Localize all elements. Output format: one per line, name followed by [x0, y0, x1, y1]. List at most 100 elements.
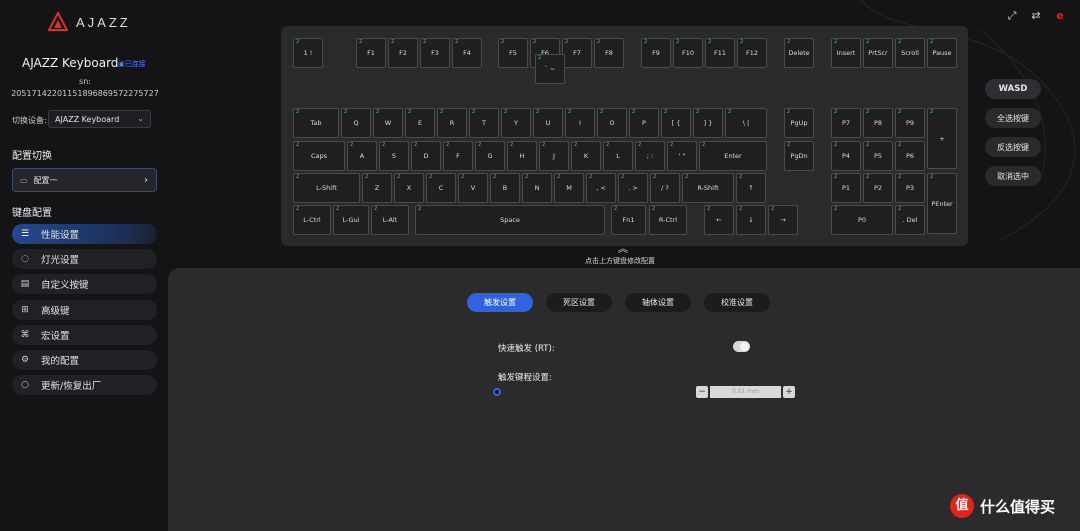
- key-pgup[interactable]: 2 PgUp: [784, 108, 814, 138]
- key-pgdn[interactable]: 2 PgDn: [784, 141, 814, 171]
- key-s[interactable]: 2S: [379, 141, 409, 171]
- key-[interactable]: 2, <: [586, 173, 616, 203]
- key-p5[interactable]: 2 P5: [863, 141, 893, 171]
- travel-value-input[interactable]: 0.01 mm: [710, 386, 781, 398]
- key-l[interactable]: 2L: [603, 141, 633, 171]
- key-b[interactable]: 2B: [490, 173, 520, 203]
- sidebar-item-custom-keys[interactable]: ▤ 自定义按键: [12, 274, 157, 295]
- key-l-shift[interactable]: 2 L-Shift: [293, 173, 360, 203]
- tab-switch[interactable]: 轴体设置: [625, 293, 691, 312]
- sidebar-item-performance[interactable]: ☰ 性能设置: [12, 224, 157, 244]
- key-[interactable]: 2 ↓: [736, 205, 766, 235]
- key-f9[interactable]: 2 F9: [641, 38, 671, 68]
- key-f1[interactable]: 2 F1: [356, 38, 386, 68]
- key-enter[interactable]: 2 Enter: [699, 141, 767, 171]
- key-d[interactable]: 2D: [411, 141, 441, 171]
- key-n[interactable]: 2N: [522, 173, 552, 203]
- language-icon[interactable]: ⇄: [1030, 10, 1042, 22]
- key-y[interactable]: 2Y: [501, 108, 531, 138]
- key-del[interactable]: 2. Del: [895, 205, 925, 235]
- chevron-up-icon[interactable]: ︽: [618, 240, 628, 255]
- key-g[interactable]: 2G: [475, 141, 505, 171]
- rapid-trigger-toggle[interactable]: [733, 341, 750, 352]
- key-r-shift[interactable]: 2 R-Shift: [682, 173, 734, 203]
- key-p1[interactable]: 2 P1: [831, 173, 861, 203]
- key-tab[interactable]: 2 Tab: [293, 108, 339, 138]
- sidebar-item-lighting[interactable]: ◌ 灯光设置: [12, 249, 157, 270]
- key-f4[interactable]: 2 F4: [452, 38, 482, 68]
- key-f3[interactable]: 2 F3: [420, 38, 450, 68]
- key-p7[interactable]: 2 P7: [831, 108, 861, 138]
- key-p0[interactable]: 2 P0: [831, 205, 893, 235]
- key-[interactable]: 2. >: [618, 173, 648, 203]
- key-[interactable]: 2 / ?: [650, 173, 680, 203]
- key-p9[interactable]: 2 P9: [895, 108, 925, 138]
- key-[interactable]: 2 +: [927, 108, 957, 169]
- key-[interactable]: 2 ' ": [667, 141, 697, 171]
- key-r[interactable]: 2R: [437, 108, 467, 138]
- key-f12[interactable]: 2 F12: [737, 38, 767, 68]
- key-[interactable]: 2 \ |: [725, 108, 767, 138]
- key-l-gui[interactable]: 2 L-Gui: [333, 205, 369, 235]
- key-p3[interactable]: 2 P3: [895, 173, 925, 203]
- key-p8[interactable]: 2 P8: [863, 108, 893, 138]
- invert-selection-button[interactable]: 反选按键: [985, 137, 1041, 157]
- key-fn1[interactable]: 2 Fn1: [611, 205, 646, 235]
- key-p4[interactable]: 2 P4: [831, 141, 861, 171]
- key-t[interactable]: 2T: [469, 108, 499, 138]
- key-[interactable]: 2 ` ~: [535, 54, 565, 84]
- key-[interactable]: 2 ; :: [635, 141, 665, 171]
- tab-trigger[interactable]: 触发设置: [467, 293, 533, 312]
- key-v[interactable]: 2V: [458, 173, 488, 203]
- key-insert[interactable]: 2 Insert: [831, 38, 861, 68]
- key-p2[interactable]: 2 P2: [863, 173, 893, 203]
- key-[interactable]: 2 ↑: [736, 173, 766, 203]
- key-e[interactable]: 2E: [405, 108, 435, 138]
- key-f11[interactable]: 2 F11: [705, 38, 735, 68]
- sidebar-item-my-config[interactable]: ⚙ 我的配置: [12, 349, 157, 370]
- key-c[interactable]: 2C: [426, 173, 456, 203]
- fullscreen-icon[interactable]: ⤢: [1006, 10, 1018, 22]
- key-m[interactable]: 2M: [554, 173, 584, 203]
- select-all-keys-button[interactable]: 全选按键: [985, 108, 1041, 128]
- key-w[interactable]: 2W: [373, 108, 403, 138]
- tab-calibration[interactable]: 校准设置: [704, 293, 770, 312]
- key-f7[interactable]: 2 F7: [562, 38, 592, 68]
- key-l-ctrl[interactable]: 2 L-Ctrl: [293, 205, 331, 235]
- key-delete[interactable]: 2 Delete: [784, 38, 814, 68]
- key-pause[interactable]: 2 Pause: [927, 38, 957, 68]
- key-1[interactable]: 21 !: [293, 38, 323, 68]
- key-x[interactable]: 2X: [394, 173, 424, 203]
- key-a[interactable]: 2A: [347, 141, 377, 171]
- key-[interactable]: 2 →: [768, 205, 798, 235]
- key-prtscr[interactable]: 2 PrtScr: [863, 38, 893, 68]
- key-f2[interactable]: 2 F2: [388, 38, 418, 68]
- key-h[interactable]: 2H: [507, 141, 537, 171]
- key-r-ctrl[interactable]: 2 R-Ctrl: [649, 205, 687, 235]
- key-j[interactable]: 2J: [539, 141, 569, 171]
- tab-deadzone[interactable]: 死区设置: [546, 293, 612, 312]
- key-[interactable]: 2 ←: [704, 205, 734, 235]
- travel-increase-button[interactable]: +: [783, 386, 795, 398]
- key-q[interactable]: 2Q: [341, 108, 371, 138]
- key-penter[interactable]: 2 PEnter: [927, 173, 957, 234]
- wasd-button[interactable]: WASD: [985, 79, 1041, 99]
- key-p6[interactable]: 2 P6: [895, 141, 925, 171]
- trigger-travel-slider[interactable]: [493, 388, 501, 396]
- key-f10[interactable]: 2 F10: [673, 38, 703, 68]
- clear-selection-button[interactable]: 取消选中: [985, 166, 1041, 186]
- key-caps[interactable]: 2 Caps: [293, 141, 345, 171]
- sidebar-item-update-reset[interactable]: ○ 更新/恢复出厂: [12, 375, 157, 396]
- key-o[interactable]: 2O: [597, 108, 627, 138]
- sidebar-item-macro[interactable]: ⌘ 宏设置: [12, 324, 157, 345]
- key-space[interactable]: 2 Space: [415, 205, 605, 235]
- key-l-alt[interactable]: 2 L-Alt: [371, 205, 409, 235]
- key-u[interactable]: 2U: [533, 108, 563, 138]
- key-f5[interactable]: 2 F5: [498, 38, 528, 68]
- key-z[interactable]: 2Z: [362, 173, 392, 203]
- brand-e-icon[interactable]: e: [1054, 10, 1066, 22]
- key-scroll[interactable]: 2 Scroll: [895, 38, 925, 68]
- key-k[interactable]: 2K: [571, 141, 601, 171]
- key-f8[interactable]: 2 F8: [594, 38, 624, 68]
- travel-decrease-button[interactable]: −: [696, 386, 708, 398]
